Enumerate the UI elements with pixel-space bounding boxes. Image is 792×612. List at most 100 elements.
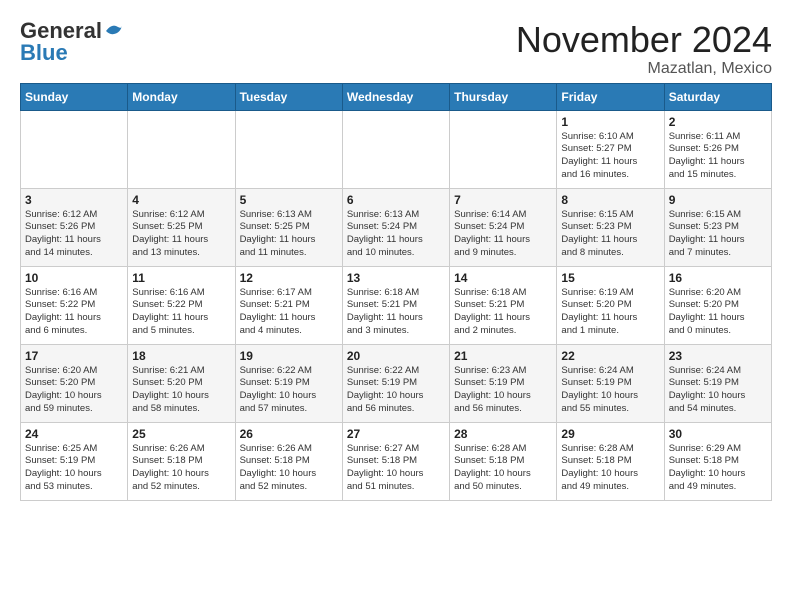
day-info: Sunrise: 6:12 AM Sunset: 5:25 PM Dayligh… bbox=[132, 209, 230, 260]
week-row-4: 17Sunrise: 6:20 AM Sunset: 5:20 PM Dayli… bbox=[21, 344, 772, 422]
day-number: 22 bbox=[561, 349, 659, 363]
day-cell: 3 Sunrise: 6:12 AM Sunset: 5:26 PM Daylig… bbox=[21, 188, 128, 266]
day-cell: 29Sunrise: 6:28 AM Sunset: 5:18 PM Dayli… bbox=[557, 422, 664, 500]
day-cell: 8 Sunrise: 6:15 AM Sunset: 5:23 PM Daylig… bbox=[557, 188, 664, 266]
day-number: 19 bbox=[240, 349, 338, 363]
logo-general-text: General bbox=[20, 20, 102, 42]
day-header-wednesday: Wednesday bbox=[342, 83, 449, 110]
day-cell: 21 Sunrise: 6:23 AM Sunset: 5:19 PM Dayli… bbox=[450, 344, 557, 422]
day-number: 26 bbox=[240, 427, 338, 441]
day-number: 28 bbox=[454, 427, 552, 441]
day-number: 23 bbox=[669, 349, 767, 363]
day-info: Sunrise: 6:15 AM Sunset: 5:23 PM Dayligh… bbox=[561, 209, 659, 260]
day-info: Sunrise: 6:19 AM Sunset: 5:20 PM Dayligh… bbox=[561, 287, 659, 338]
day-cell: 20Sunrise: 6:22 AM Sunset: 5:19 PM Dayli… bbox=[342, 344, 449, 422]
week-row-1: 1 Sunrise: 6:10 AM Sunset: 5:27 PM Daylig… bbox=[21, 110, 772, 188]
day-info: Sunrise: 6:22 AM Sunset: 5:19 PM Dayligh… bbox=[240, 365, 338, 416]
day-number: 1 bbox=[561, 115, 659, 129]
day-info: Sunrise: 6:15 AM Sunset: 5:23 PM Dayligh… bbox=[669, 209, 767, 260]
day-cell: 14 Sunrise: 6:18 AM Sunset: 5:21 PM Dayli… bbox=[450, 266, 557, 344]
day-info: Sunrise: 6:12 AM Sunset: 5:26 PM Dayligh… bbox=[25, 209, 123, 260]
day-number: 16 bbox=[669, 271, 767, 285]
location-subtitle: Mazatlan, Mexico bbox=[516, 60, 772, 78]
calendar-body: 1 Sunrise: 6:10 AM Sunset: 5:27 PM Daylig… bbox=[21, 110, 772, 500]
day-number: 24 bbox=[25, 427, 123, 441]
day-header-monday: Monday bbox=[128, 83, 235, 110]
day-info: Sunrise: 6:23 AM Sunset: 5:19 PM Dayligh… bbox=[454, 365, 552, 416]
day-cell: 24 Sunrise: 6:25 AM Sunset: 5:19 PM Dayli… bbox=[21, 422, 128, 500]
day-cell: 15 Sunrise: 6:19 AM Sunset: 5:20 PM Dayli… bbox=[557, 266, 664, 344]
day-number: 18 bbox=[132, 349, 230, 363]
day-cell: 23 Sunrise: 6:24 AM Sunset: 5:19 PM Dayli… bbox=[664, 344, 771, 422]
day-number: 12 bbox=[240, 271, 338, 285]
day-cell: 17Sunrise: 6:20 AM Sunset: 5:20 PM Dayli… bbox=[21, 344, 128, 422]
day-cell bbox=[342, 110, 449, 188]
day-header-sunday: Sunday bbox=[21, 83, 128, 110]
day-cell: 7 Sunrise: 6:14 AM Sunset: 5:24 PM Daylig… bbox=[450, 188, 557, 266]
day-cell bbox=[450, 110, 557, 188]
day-cell bbox=[128, 110, 235, 188]
day-header-saturday: Saturday bbox=[664, 83, 771, 110]
day-info: Sunrise: 6:27 AM Sunset: 5:18 PM Dayligh… bbox=[347, 443, 445, 494]
day-info: Sunrise: 6:21 AM Sunset: 5:20 PM Dayligh… bbox=[132, 365, 230, 416]
day-number: 5 bbox=[240, 193, 338, 207]
day-info: Sunrise: 6:25 AM Sunset: 5:19 PM Dayligh… bbox=[25, 443, 123, 494]
day-cell: 30 Sunrise: 6:29 AM Sunset: 5:18 PM Dayli… bbox=[664, 422, 771, 500]
day-number: 3 bbox=[25, 193, 123, 207]
day-cell: 13 Sunrise: 6:18 AM Sunset: 5:21 PM Dayli… bbox=[342, 266, 449, 344]
day-info: Sunrise: 6:18 AM Sunset: 5:21 PM Dayligh… bbox=[454, 287, 552, 338]
day-cell: 16 Sunrise: 6:20 AM Sunset: 5:20 PM Dayli… bbox=[664, 266, 771, 344]
day-info: Sunrise: 6:29 AM Sunset: 5:18 PM Dayligh… bbox=[669, 443, 767, 494]
day-header-thursday: Thursday bbox=[450, 83, 557, 110]
day-info: Sunrise: 6:16 AM Sunset: 5:22 PM Dayligh… bbox=[25, 287, 123, 338]
header-row: SundayMondayTuesdayWednesdayThursdayFrid… bbox=[21, 83, 772, 110]
week-row-3: 10Sunrise: 6:16 AM Sunset: 5:22 PM Dayli… bbox=[21, 266, 772, 344]
day-cell: 25Sunrise: 6:26 AM Sunset: 5:18 PM Dayli… bbox=[128, 422, 235, 500]
day-info: Sunrise: 6:24 AM Sunset: 5:19 PM Dayligh… bbox=[669, 365, 767, 416]
day-info: Sunrise: 6:28 AM Sunset: 5:18 PM Dayligh… bbox=[454, 443, 552, 494]
day-number: 20 bbox=[347, 349, 445, 363]
day-number: 13 bbox=[347, 271, 445, 285]
day-cell: 4 Sunrise: 6:12 AM Sunset: 5:25 PM Daylig… bbox=[128, 188, 235, 266]
day-info: Sunrise: 6:13 AM Sunset: 5:24 PM Dayligh… bbox=[347, 209, 445, 260]
week-row-5: 24 Sunrise: 6:25 AM Sunset: 5:19 PM Dayli… bbox=[21, 422, 772, 500]
logo-bird-icon bbox=[104, 21, 124, 41]
title-area: November 2024 Mazatlan, Mexico bbox=[516, 20, 772, 78]
day-info: Sunrise: 6:26 AM Sunset: 5:18 PM Dayligh… bbox=[240, 443, 338, 494]
day-number: 14 bbox=[454, 271, 552, 285]
day-info: Sunrise: 6:11 AM Sunset: 5:26 PM Dayligh… bbox=[669, 131, 767, 182]
day-cell: 19 Sunrise: 6:22 AM Sunset: 5:19 PM Dayli… bbox=[235, 344, 342, 422]
day-info: Sunrise: 6:18 AM Sunset: 5:21 PM Dayligh… bbox=[347, 287, 445, 338]
calendar-table: SundayMondayTuesdayWednesdayThursdayFrid… bbox=[20, 83, 772, 501]
day-number: 8 bbox=[561, 193, 659, 207]
day-cell: 22Sunrise: 6:24 AM Sunset: 5:19 PM Dayli… bbox=[557, 344, 664, 422]
day-number: 7 bbox=[454, 193, 552, 207]
day-number: 25 bbox=[132, 427, 230, 441]
day-header-friday: Friday bbox=[557, 83, 664, 110]
day-number: 15 bbox=[561, 271, 659, 285]
header: General Blue November 2024 Mazatlan, Mex… bbox=[10, 10, 782, 83]
week-row-2: 3 Sunrise: 6:12 AM Sunset: 5:26 PM Daylig… bbox=[21, 188, 772, 266]
day-number: 27 bbox=[347, 427, 445, 441]
day-info: Sunrise: 6:16 AM Sunset: 5:22 PM Dayligh… bbox=[132, 287, 230, 338]
day-number: 11 bbox=[132, 271, 230, 285]
month-year-title: November 2024 bbox=[516, 20, 772, 60]
day-info: Sunrise: 6:10 AM Sunset: 5:27 PM Dayligh… bbox=[561, 131, 659, 182]
calendar: SundayMondayTuesdayWednesdayThursdayFrid… bbox=[10, 83, 782, 511]
day-info: Sunrise: 6:13 AM Sunset: 5:25 PM Dayligh… bbox=[240, 209, 338, 260]
day-cell: 10Sunrise: 6:16 AM Sunset: 5:22 PM Dayli… bbox=[21, 266, 128, 344]
day-info: Sunrise: 6:14 AM Sunset: 5:24 PM Dayligh… bbox=[454, 209, 552, 260]
day-cell: 9 Sunrise: 6:15 AM Sunset: 5:23 PM Daylig… bbox=[664, 188, 771, 266]
day-cell: 26 Sunrise: 6:26 AM Sunset: 5:18 PM Dayli… bbox=[235, 422, 342, 500]
day-header-tuesday: Tuesday bbox=[235, 83, 342, 110]
day-number: 9 bbox=[669, 193, 767, 207]
day-number: 30 bbox=[669, 427, 767, 441]
day-number: 2 bbox=[669, 115, 767, 129]
day-cell: 12Sunrise: 6:17 AM Sunset: 5:21 PM Dayli… bbox=[235, 266, 342, 344]
day-info: Sunrise: 6:20 AM Sunset: 5:20 PM Dayligh… bbox=[669, 287, 767, 338]
day-number: 21 bbox=[454, 349, 552, 363]
day-number: 4 bbox=[132, 193, 230, 207]
day-number: 17 bbox=[25, 349, 123, 363]
day-cell: 1 Sunrise: 6:10 AM Sunset: 5:27 PM Daylig… bbox=[557, 110, 664, 188]
day-cell: 2 Sunrise: 6:11 AM Sunset: 5:26 PM Daylig… bbox=[664, 110, 771, 188]
